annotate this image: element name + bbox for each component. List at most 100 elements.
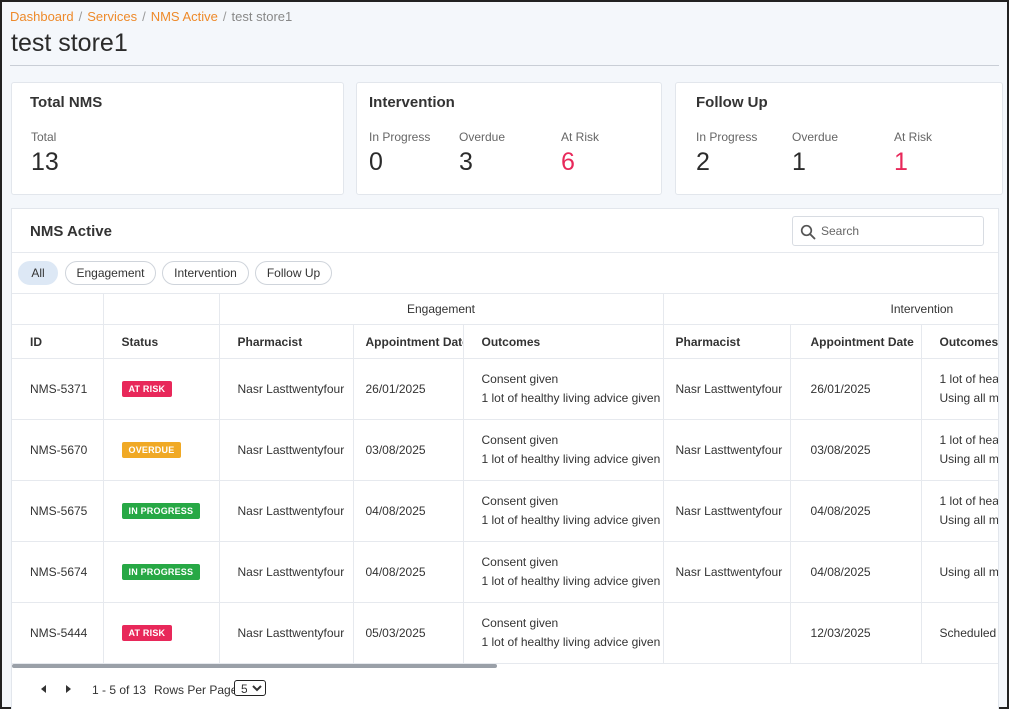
status-badge: IN PROGRESS [121,564,201,580]
pagination: 1 - 5 of 13 Rows Per Page: 5 [12,675,412,705]
outcome-line: 1 lot of healthy living advice given [481,391,661,405]
outcome-line: 1 lot of healt [939,494,998,508]
search-icon [800,224,816,240]
table-row[interactable]: NMS-5371 AT RISK Nasr Lasttwentyfour 26/… [12,358,998,420]
breadcrumb-current: test store1 [231,9,293,24]
card-title: Intervention [369,94,455,111]
filter-all-chip[interactable]: All [18,261,58,285]
outcome-line: Using all me [939,391,998,405]
column-header-pharmacist[interactable]: Pharmacist [663,324,791,359]
nms-active-panel: NMS Active All Engagement Intervention F… [11,208,999,709]
column-header-pharmacist[interactable]: Pharmacist [219,324,354,359]
cell-pharmacist: Nasr Lasttwentyfour [219,419,354,481]
metric-label: In Progress [369,130,431,144]
metric-label: At Risk [561,130,600,144]
card-title: Total NMS [30,94,103,111]
filter-intervention-chip[interactable]: Intervention [162,261,249,285]
nms-table-container[interactable]: Engagement Intervention ID Status Pharma… [12,293,998,664]
cell-appointment-date: 04/08/2025 [353,480,464,542]
breadcrumb-nms-active-link[interactable]: NMS Active [151,9,218,24]
cell-status: OVERDUE [103,419,220,481]
metric-value: 1 [894,148,908,176]
cell-id: NMS-5674 [12,541,104,603]
metric-label: Overdue [792,130,839,144]
outcome-line: 1 lot of healthy living advice given [481,513,661,527]
column-header-row: ID Status Pharmacist Appointment Date Ou… [12,324,998,359]
status-badge: OVERDUE [121,442,182,458]
metric-value: 3 [459,148,473,176]
pagination-range: 1 - 5 of 13 [92,683,147,697]
cell-outcomes: Scheduled in [921,602,998,664]
page-title: test store1 [11,29,128,57]
breadcrumb-services-link[interactable]: Services [87,9,137,24]
metric-value: 6 [561,148,575,176]
outcome-line: Using all me [939,513,998,527]
outcome-line: 1 lot of healthy living advice given [481,574,661,588]
filter-engagement-chip[interactable]: Engagement [65,261,156,285]
cell-appointment-date: 04/08/2025 [790,541,922,603]
metric-total: Total 13 [31,130,59,177]
outcome-line: Using all me [939,452,998,466]
cell-appointment-date: 04/08/2025 [790,480,922,542]
column-header-appointment-date[interactable]: Appointment Date [353,324,464,359]
cell-status: IN PROGRESS [103,541,220,603]
outcome-line: Consent given [481,372,559,386]
filter-follow-up-chip[interactable]: Follow Up [255,261,332,285]
metric-value: 13 [31,148,59,176]
cell-id: NMS-5444 [12,602,104,664]
rows-per-page-label: Rows Per Page: [154,683,241,697]
table-row[interactable]: NMS-5670 OVERDUE Nasr Lasttwentyfour 03/… [12,419,998,481]
outcome-line: Consent given [481,494,559,508]
cell-outcomes: 1 lot of healt Using all me [921,358,998,420]
table-row[interactable]: NMS-5444 AT RISK Nasr Lasttwentyfour 05/… [12,602,998,664]
table-row[interactable]: NMS-5674 IN PROGRESS Nasr Lasttwentyfour… [12,541,998,603]
cell-id: NMS-5670 [12,419,104,481]
column-group-row: Engagement Intervention [12,293,998,325]
breadcrumb-separator: / [142,9,146,24]
cell-outcomes: Consent given 1 lot of healthy living adv… [463,358,664,420]
prev-page-icon[interactable] [38,683,50,695]
cell-status: IN PROGRESS [103,480,220,542]
breadcrumb-separator: / [222,9,227,24]
column-header-label: Outcomes [939,334,998,349]
metric-at-risk: At Risk 1 [894,130,932,177]
horizontal-scrollbar[interactable] [12,664,497,668]
cell-outcomes: Consent given 1 lot of healthy living adv… [463,419,664,481]
cell-appointment-date: 05/03/2025 [353,602,464,664]
status-badge: AT RISK [121,625,173,641]
cell-id: NMS-5371 [12,358,104,420]
status-badge: AT RISK [121,381,173,397]
outcome-line: Consent given [481,616,559,630]
next-page-icon[interactable] [62,683,74,695]
cell-appointment-date: 26/01/2025 [353,358,464,420]
cell-pharmacist: Nasr Lasttwentyfour [219,541,354,603]
cell-appointment-date: 03/08/2025 [353,419,464,481]
cell-pharmacist: Nasr Lasttwentyfour [663,541,791,603]
cell-outcomes: Consent given 1 lot of healthy living adv… [463,602,664,664]
metric-label: Overdue [459,130,506,144]
column-header-outcomes-sorted[interactable]: Outcomes [921,324,998,359]
metric-in-progress: In Progress 2 [696,130,757,177]
breadcrumb: Dashboard / Services / NMS Active / test store… [10,9,292,24]
outcome-line: Consent given [481,555,559,569]
table-row[interactable]: NMS-5675 IN PROGRESS Nasr Lasttwentyfour… [12,480,998,542]
cell-appointment-date: 26/01/2025 [790,358,922,420]
cell-appointment-date: 12/03/2025 [790,602,922,664]
outcome-line: Consent given [481,433,559,447]
breadcrumb-dashboard-link[interactable]: Dashboard [10,9,74,24]
metric-overdue: Overdue 3 [459,130,505,177]
search-box[interactable] [792,216,984,246]
metric-label: At Risk [894,130,933,144]
title-divider [10,65,999,66]
group-header-intervention: Intervention [663,293,998,325]
group-header-empty [103,293,220,325]
search-input[interactable] [821,222,971,240]
cell-pharmacist: Nasr Lasttwentyfour [663,480,791,542]
column-header-outcomes[interactable]: Outcomes [463,324,664,359]
metric-label: Total [31,130,57,144]
column-header-status[interactable]: Status [103,324,220,359]
rows-per-page-select[interactable]: 5 [234,680,266,696]
column-header-appointment-date[interactable]: Appointment Date [790,324,922,359]
outcome-line: 1 lot of healthy living advice given [481,452,661,466]
column-header-id[interactable]: ID [12,324,104,359]
